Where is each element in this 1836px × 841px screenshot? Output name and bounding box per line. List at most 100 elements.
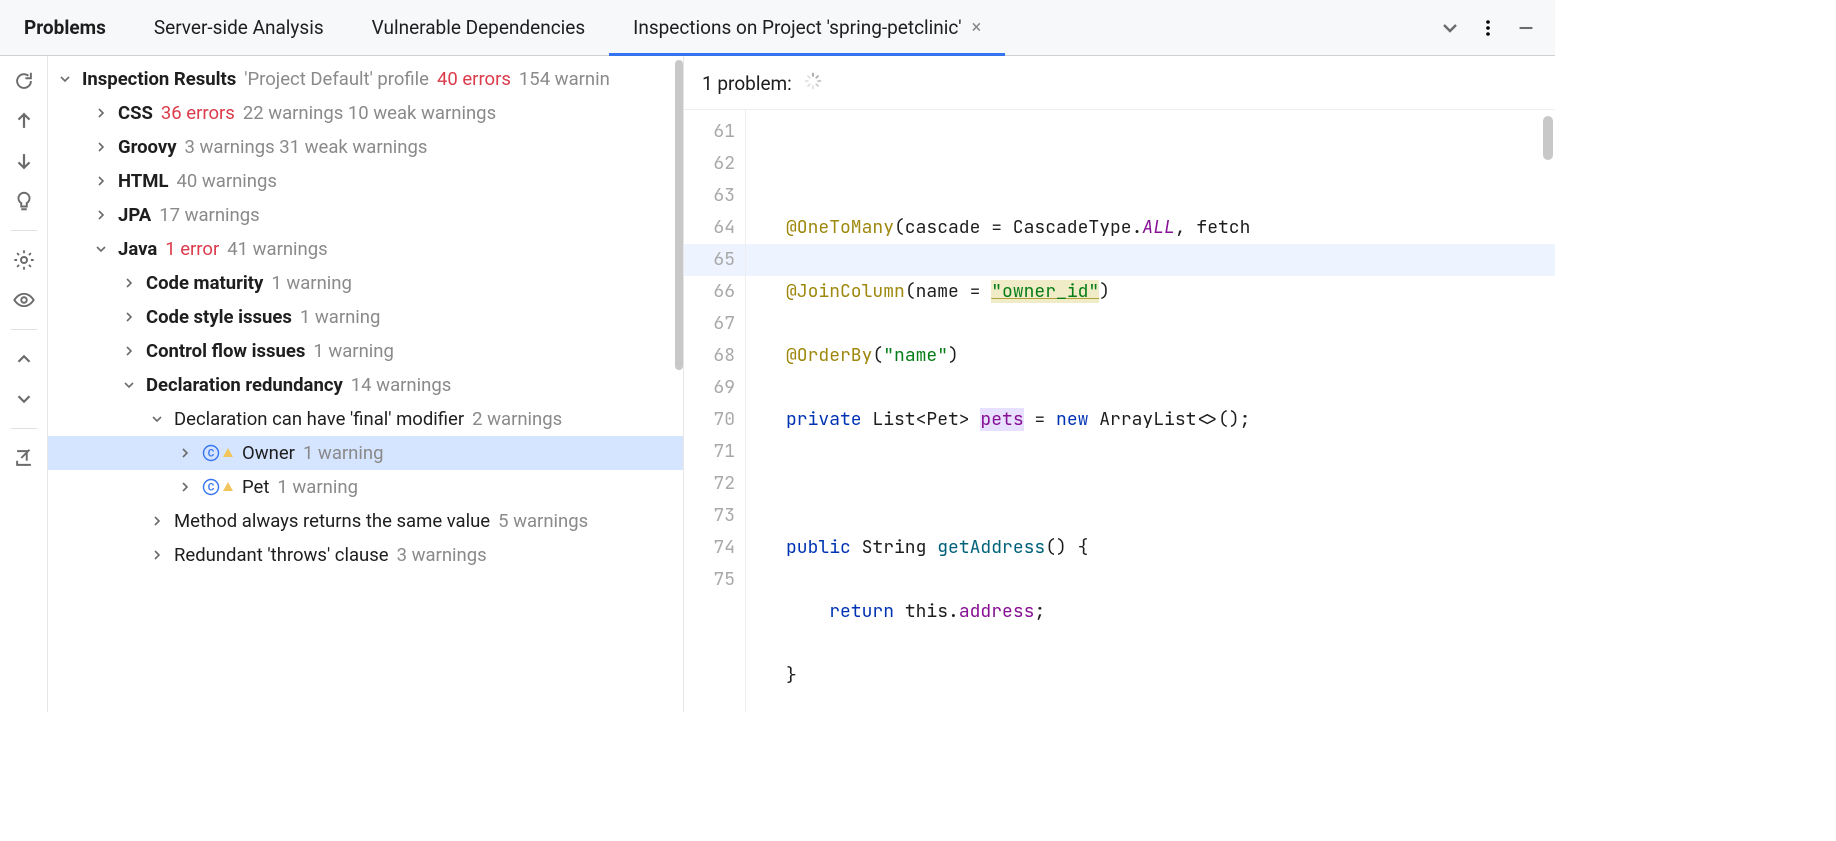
code-line: private List<Pet> pets = new ArrayList<>…	[786, 404, 1250, 436]
warning-count: 22 warnings 10 weak warnings	[243, 102, 496, 124]
warning-count: 3 warnings 31 weak warnings	[185, 136, 428, 158]
svg-text:C: C	[208, 483, 215, 494]
chevron-right-icon[interactable]	[92, 104, 110, 122]
chevron-right-icon[interactable]	[120, 274, 138, 292]
scrollbar[interactable]	[675, 60, 683, 370]
tab-label: Server-side Analysis	[154, 16, 324, 39]
tree-item-decl-final[interactable]: Declaration can have 'final' modifier 2 …	[48, 402, 683, 436]
chevron-right-icon[interactable]	[120, 342, 138, 360]
line-number: 66	[684, 276, 735, 308]
chevron-down-icon[interactable]	[56, 70, 74, 88]
warning-badge-icon	[222, 447, 234, 459]
code-line: public String getAddress() {	[786, 532, 1250, 564]
warning-count: 1 warning	[313, 340, 394, 362]
inspection-tree-pane: Inspection Results 'Project Default' pro…	[48, 56, 684, 712]
class-icon: C	[202, 478, 234, 496]
chevron-right-icon[interactable]	[92, 172, 110, 190]
tree-label: JPA	[118, 204, 151, 226]
warning-count: 2 warnings	[472, 408, 562, 430]
tree-label: Owner	[242, 442, 295, 464]
line-number: 69	[684, 372, 735, 404]
tree-item-control-flow[interactable]: Control flow issues 1 warning	[48, 334, 683, 368]
chevron-right-icon[interactable]	[92, 138, 110, 156]
gutter: 61 62 63 64 65 66 67 68 69 70 71 72 73 7…	[684, 110, 746, 712]
tree-item-jpa[interactable]: JPA 17 warnings	[48, 198, 683, 232]
tab-server-analysis[interactable]: Server-side Analysis	[130, 0, 348, 55]
tree-item-method-same-value[interactable]: Method always returns the same value 5 w…	[48, 504, 683, 538]
tree-item-pet[interactable]: C Pet 1 warning	[48, 470, 683, 504]
tree-label: Inspection Results	[82, 68, 236, 90]
warning-count: 41 warnings	[227, 238, 328, 260]
tree-label: Method always returns the same value	[174, 510, 490, 532]
tab-problems[interactable]: Problems	[0, 0, 130, 55]
spinner-icon	[804, 72, 822, 95]
tree-label: Code style issues	[146, 306, 292, 328]
tree-label: Pet	[242, 476, 269, 498]
collapse-icon[interactable]	[13, 348, 35, 370]
chevron-right-icon[interactable]	[176, 444, 194, 462]
tree-item-code-maturity[interactable]: Code maturity 1 warning	[48, 266, 683, 300]
chevron-right-icon[interactable]	[92, 206, 110, 224]
chevron-down-icon[interactable]	[148, 410, 166, 428]
arrow-up-icon[interactable]	[13, 110, 35, 132]
tab-vulnerable-deps[interactable]: Vulnerable Dependencies	[348, 0, 610, 55]
tree-label: Declaration can have 'final' modifier	[174, 408, 464, 430]
warning-count: 14 warnings	[351, 374, 452, 396]
line-number: 75	[684, 564, 735, 596]
chevron-right-icon[interactable]	[148, 512, 166, 530]
tree-item-decl-redundancy[interactable]: Declaration redundancy 14 warnings	[48, 368, 683, 402]
warning-badge-icon	[222, 481, 234, 493]
code-line: }	[786, 660, 1250, 692]
scrollbar[interactable]	[1543, 116, 1553, 160]
warning-count: 1 warning	[271, 272, 352, 294]
tree-label: CSS	[118, 102, 153, 124]
code-line: @JoinColumn(name = "owner_id")	[786, 276, 1250, 308]
tree-item-code-style[interactable]: Code style issues 1 warning	[48, 300, 683, 334]
tree-label: Code maturity	[146, 272, 263, 294]
chevron-down-icon[interactable]	[92, 240, 110, 258]
warning-count: 5 warnings	[498, 510, 588, 532]
tree-label: Java	[118, 238, 157, 260]
bulb-icon[interactable]	[13, 190, 35, 212]
tree-label: Control flow issues	[146, 340, 305, 362]
tree-root[interactable]: Inspection Results 'Project Default' pro…	[48, 62, 683, 96]
warning-count: 3 warnings	[397, 544, 487, 566]
tree-item-owner[interactable]: C Owner 1 warning	[48, 436, 683, 470]
kebab-menu-icon[interactable]	[1479, 19, 1497, 37]
code-content: @OneToMany(cascade = CascadeType.ALL, fe…	[746, 110, 1250, 712]
error-count: 40 errors	[437, 68, 511, 90]
class-icon: C	[202, 444, 234, 462]
chevron-right-icon[interactable]	[148, 546, 166, 564]
tree-item-redundant-throws[interactable]: Redundant 'throws' clause 3 warnings	[48, 538, 683, 572]
error-count: 1 error	[165, 238, 219, 260]
export-icon[interactable]	[13, 447, 35, 469]
code-editor[interactable]: 61 62 63 64 65 66 67 68 69 70 71 72 73 7…	[684, 110, 1555, 712]
line-number: 74	[684, 532, 735, 564]
line-number: 61	[684, 116, 735, 148]
minimize-icon[interactable]	[1517, 19, 1535, 37]
gear-icon[interactable]	[13, 249, 35, 271]
arrow-down-icon[interactable]	[13, 150, 35, 172]
tree-item-html[interactable]: HTML 40 warnings	[48, 164, 683, 198]
tab-inspections[interactable]: Inspections on Project 'spring-petclinic…	[609, 0, 1005, 55]
eye-icon[interactable]	[13, 289, 35, 311]
close-icon[interactable]: ×	[972, 17, 982, 38]
line-number: 65	[684, 244, 735, 276]
vertical-toolbar	[0, 56, 48, 712]
refresh-icon[interactable]	[13, 70, 35, 92]
warning-count: 1 warning	[300, 306, 381, 328]
line-number: 71	[684, 436, 735, 468]
chevron-right-icon[interactable]	[120, 308, 138, 326]
tree-item-java[interactable]: Java 1 error 41 warnings	[48, 232, 683, 266]
problem-count: 1 problem:	[702, 72, 792, 95]
expand-icon[interactable]	[13, 388, 35, 410]
tab-bar: Problems Server-side Analysis Vulnerable…	[0, 0, 1555, 56]
tree-item-groovy[interactable]: Groovy 3 warnings 31 weak warnings	[48, 130, 683, 164]
tree-label: Declaration redundancy	[146, 374, 343, 396]
code-line: @OrderBy("name")	[786, 340, 1250, 372]
chevron-right-icon[interactable]	[176, 478, 194, 496]
chevron-down-icon[interactable]	[120, 376, 138, 394]
tree-item-css[interactable]: CSS 36 errors 22 warnings 10 weak warnin…	[48, 96, 683, 130]
chevron-down-icon[interactable]	[1441, 19, 1459, 37]
main-area: Inspection Results 'Project Default' pro…	[0, 56, 1555, 712]
